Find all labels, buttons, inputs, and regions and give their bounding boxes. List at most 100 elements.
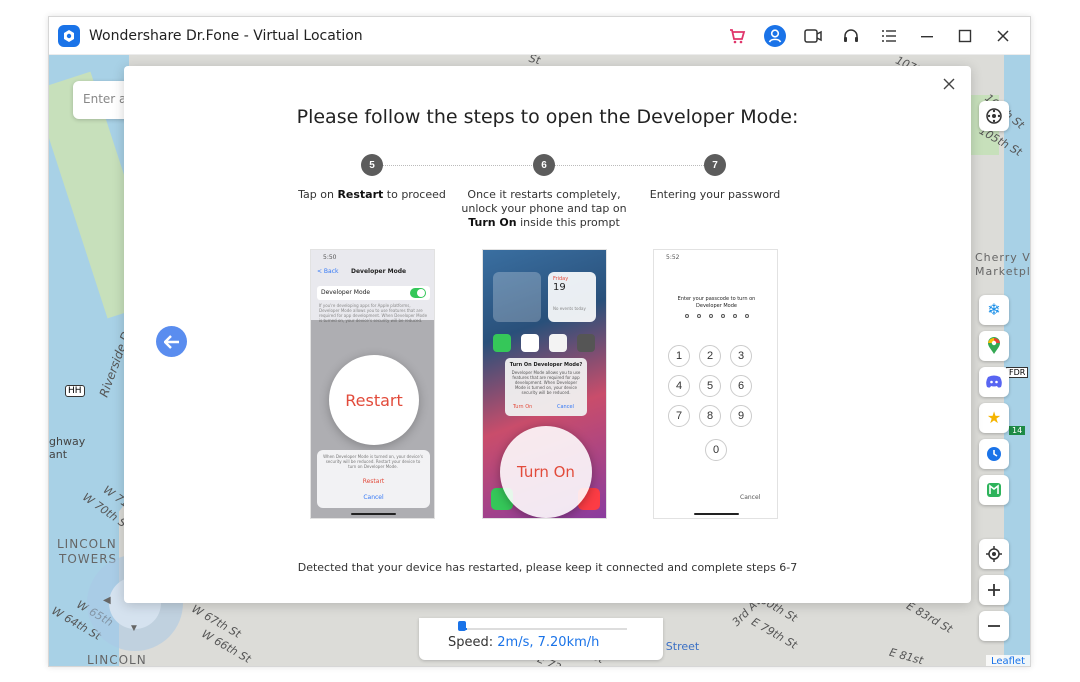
route-shield-hh: HH [65, 385, 85, 397]
teleport-mode-icon[interactable] [979, 101, 1009, 131]
alert-title: Turn On Developer Mode? [509, 362, 583, 368]
keypad-key: 6 [730, 375, 752, 397]
keypad-key: 5 [699, 375, 721, 397]
route-import-icon[interactable] [979, 475, 1009, 505]
speed-panel: Speed: 2m/s, 7.20km/h [419, 618, 663, 660]
passcode-keypad: 1 2 3 4 5 6 7 8 9 [668, 345, 766, 427]
user-icon[interactable] [756, 17, 794, 55]
keypad-key: 7 [668, 405, 690, 427]
area-label: LINCOLN [87, 653, 147, 667]
favorite-star-icon[interactable]: ★ [979, 403, 1009, 433]
close-icon[interactable] [984, 17, 1022, 55]
phone-action-sheet: When Developer Mode is turned on, your d… [317, 450, 430, 508]
calendar-app-icon [521, 334, 539, 352]
calendar-widget: Friday 19 No events today [548, 272, 596, 322]
sheet-text: When Developer Mode is turned on, your d… [323, 454, 423, 469]
snowflake-icon[interactable]: ❄ [979, 295, 1009, 325]
toggle-switch-icon [410, 288, 426, 298]
dialog-status-message: Detected that your device has restarted,… [297, 561, 798, 574]
turn-on-alert: Turn On Developer Mode? Developer Mode a… [505, 358, 587, 416]
step-number-6: 6 [533, 154, 555, 176]
route-shield-fdr: FDR [1006, 367, 1029, 378]
home-indicator [351, 513, 396, 515]
street-label: ghway [49, 435, 86, 448]
phone-setting-row: Developer Mode [317, 286, 430, 300]
turn-on-highlight: Turn On [500, 426, 592, 518]
keypad-key: 2 [699, 345, 721, 367]
street-label: E 81st [887, 645, 925, 667]
minimize-icon[interactable] [908, 17, 946, 55]
facetime-app-icon [493, 334, 511, 352]
window-title: Wondershare Dr.Fone - Virtual Location [89, 27, 363, 44]
street-label: E 83rd St [904, 599, 955, 636]
area-label: Cherry Vall [975, 251, 1030, 264]
map-attribution[interactable]: Leaflet [985, 655, 1030, 666]
right-toolbar-zoom [979, 539, 1009, 647]
step-5-text: Tap on Restart to proceed [298, 188, 446, 201]
arrow-left-icon [163, 334, 179, 349]
weather-widget [493, 272, 541, 322]
camera-icon[interactable] [794, 17, 832, 55]
camera-app-icon [577, 334, 595, 352]
menu-icon[interactable] [870, 17, 908, 55]
sheet-restart: Restart [362, 478, 385, 485]
alert-body: Developer Mode allows you to use feature… [511, 370, 581, 395]
passcode-prompt: Enter your passcode to turn on Developer… [677, 296, 756, 309]
google-maps-icon[interactable] [979, 331, 1009, 361]
keypad-key: 9 [730, 405, 752, 427]
speed-slider[interactable] [459, 628, 627, 630]
phone-back-link: < Back [317, 268, 339, 275]
keypad-key: 1 [668, 345, 690, 367]
phone-status-time: 5:52 [666, 254, 680, 261]
discord-icon[interactable] [979, 367, 1009, 397]
route-shield-14: 14 [1009, 426, 1026, 435]
area-label: Marketplac [975, 265, 1030, 278]
step-number-5: 5 [361, 154, 383, 176]
alert-cancel: Cancel [557, 404, 574, 410]
dialog-close-icon[interactable] [939, 74, 959, 94]
step-7-text: Entering your password [649, 188, 781, 201]
step-connector [554, 165, 714, 166]
step-6-text: Once it restarts completely, unlock your… [461, 188, 627, 229]
widget-note: No events today [553, 306, 586, 311]
zoom-in-icon[interactable] [979, 575, 1009, 605]
phone-header: Developer Mode [351, 268, 407, 275]
headset-icon[interactable] [832, 17, 870, 55]
history-clock-icon[interactable] [979, 439, 1009, 469]
keypad-key: 8 [699, 405, 721, 427]
maximize-icon[interactable] [946, 17, 984, 55]
speed-slider-handle[interactable] [458, 621, 466, 631]
area-label: LINCOLN [57, 537, 117, 551]
keypad-key: 3 [730, 345, 752, 367]
previous-step-button[interactable] [156, 326, 187, 357]
widget-day: 19 [553, 282, 566, 293]
phone-status-time: 5:50 [323, 254, 337, 261]
step-5-screenshot: 5:50 < Back Developer Mode Developer Mod… [310, 249, 435, 519]
title-bar: Wondershare Dr.Fone - Virtual Location [49, 17, 1030, 55]
step-7-screenshot: 5:52 Enter your passcode to turn on Deve… [653, 249, 778, 519]
developer-mode-dialog: Please follow the steps to open the Deve… [124, 66, 971, 603]
keypad-key-zero: 0 [705, 439, 727, 461]
step-connector [382, 165, 542, 166]
app-logo-icon [58, 24, 80, 47]
joystick-left-arrow-icon[interactable]: ◀ [103, 595, 111, 606]
current-location-icon[interactable] [979, 539, 1009, 569]
alert-turn-on: Turn On [513, 404, 533, 410]
passcode-cancel: Cancel [740, 494, 761, 501]
cart-icon[interactable] [718, 17, 756, 55]
step-6-screenshot: Friday 19 No events today Turn On Develo… [482, 249, 607, 519]
passcode-dots [685, 314, 749, 318]
phone-row-label: Developer Mode [321, 289, 371, 296]
speed-readout: Speed: 2m/s, 7.20km/h [448, 635, 600, 650]
keypad-key: 4 [668, 375, 690, 397]
sheet-cancel: Cancel [363, 494, 384, 501]
right-toolbar-apps: ❄ ★ [979, 295, 1009, 511]
restart-highlight: Restart [329, 355, 419, 445]
street-label: ant [49, 448, 68, 461]
step-number-7: 7 [704, 154, 726, 176]
joystick-down-arrow-icon[interactable]: ▼ [129, 623, 139, 634]
photos-app-icon [549, 334, 567, 352]
app-window: Wondershare Dr.Fone - Virtual Location E… [48, 16, 1031, 667]
right-toolbar-top [979, 101, 1009, 137]
zoom-out-icon[interactable] [979, 611, 1009, 641]
